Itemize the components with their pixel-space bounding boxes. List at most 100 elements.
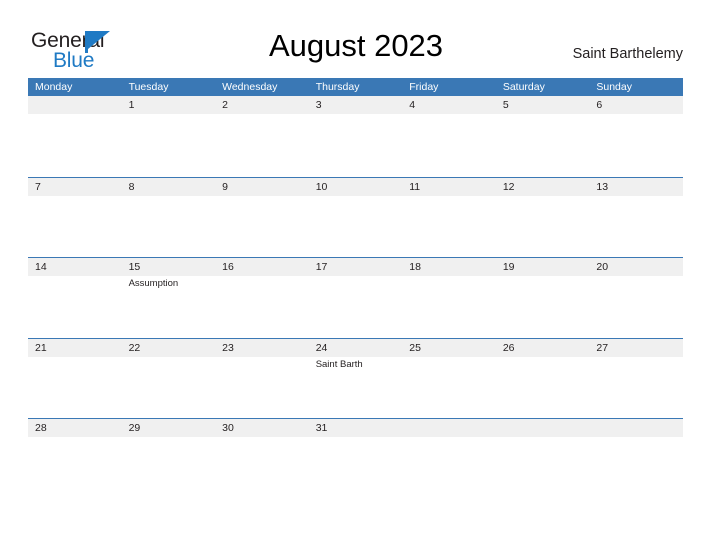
calendar-day-cell[interactable]: 19: [496, 258, 590, 338]
calendar-week-row: 7 8 9 10 11 12 13: [28, 176, 683, 258]
day-events: [222, 276, 309, 277]
calendar-day-cell[interactable]: 29: [122, 419, 216, 499]
day-number: 3: [315, 99, 322, 111]
day-number: 29: [128, 422, 141, 434]
day-number: 14: [35, 261, 47, 273]
calendar-day-cell[interactable]: 20: [589, 258, 683, 338]
day-number: 5: [502, 99, 509, 111]
calendar-day-cell[interactable]: 6: [589, 96, 683, 177]
day-number: 10: [315, 180, 328, 193]
calendar-day-cell[interactable]: 14: [28, 258, 122, 338]
calendar-day-cell[interactable]: 10: [309, 178, 403, 258]
day-events: [129, 357, 216, 358]
calendar-event[interactable]: Saint Barth: [316, 358, 403, 371]
calendar-day-cell[interactable]: 9: [215, 178, 309, 258]
day-events: [222, 357, 309, 358]
calendar-day-cell[interactable]: [28, 96, 122, 177]
day-number: 26: [502, 341, 515, 354]
day-number: 13: [596, 180, 609, 193]
calendar-day-cell[interactable]: 16: [215, 258, 309, 338]
day-number: 31: [315, 422, 328, 434]
day-events: [222, 196, 309, 197]
calendar-day-cell[interactable]: 23: [215, 339, 309, 419]
day-events: [35, 357, 122, 358]
calendar-day-cell[interactable]: 28: [28, 419, 122, 499]
calendar-page: General Blue August 2023 Saint Barthelem…: [0, 0, 712, 550]
calendar-day-cell[interactable]: [402, 419, 496, 499]
week-cells: 28 29 30 31: [28, 419, 683, 499]
day-events: [596, 196, 683, 197]
day-events: [503, 437, 590, 438]
calendar-day-cell[interactable]: 25: [402, 339, 496, 419]
day-events: [129, 196, 216, 197]
page-header: General Blue August 2023 Saint Barthelem…: [0, 0, 712, 78]
day-number: 21: [35, 341, 47, 354]
day-number: 22: [128, 341, 141, 354]
calendar-day-cell[interactable]: 26: [496, 339, 590, 419]
weekday-header-row: Monday Tuesday Wednesday Thursday Friday…: [28, 78, 683, 96]
weekday-header-tuesday: Tuesday: [128, 81, 169, 93]
weekday-header-sunday: Sunday: [596, 81, 632, 93]
calendar-day-cell[interactable]: 30: [215, 419, 309, 499]
day-number: [503, 419, 590, 437]
calendar-day-cell[interactable]: [589, 419, 683, 499]
day-number: [409, 419, 496, 437]
day-number: 15: [128, 261, 141, 273]
day-number: 1: [128, 99, 135, 111]
calendar-day-cell[interactable]: 17: [309, 258, 403, 338]
day-events: [222, 114, 309, 115]
calendar-day-cell[interactable]: 2: [215, 96, 309, 177]
calendar-day-cell[interactable]: 31: [309, 419, 403, 499]
day-events: [596, 357, 683, 358]
weekday-header-monday: Monday: [35, 81, 73, 93]
day-number: 25: [409, 341, 421, 354]
day-number: 19: [502, 261, 515, 273]
day-number: 27: [596, 341, 609, 354]
day-number: 8: [128, 180, 135, 193]
calendar-day-cell[interactable]: 11: [402, 178, 496, 258]
calendar-day-cell[interactable]: 7: [28, 178, 122, 258]
calendar-day-cell[interactable]: 5: [496, 96, 590, 177]
calendar-day-cell[interactable]: 22: [122, 339, 216, 419]
day-number: 16: [222, 261, 234, 273]
day-events: [503, 357, 590, 358]
day-number: 23: [222, 341, 234, 354]
calendar-day-cell[interactable]: 4: [402, 96, 496, 177]
calendar-day-cell[interactable]: 21: [28, 339, 122, 419]
day-events: [35, 276, 122, 277]
calendar-week-row: 21 22 23 24 Saint Barth 25 26 27: [28, 337, 683, 419]
day-events: [409, 114, 496, 115]
calendar-day-cell[interactable]: 27: [589, 339, 683, 419]
calendar-day-cell[interactable]: 18: [402, 258, 496, 338]
day-events: [129, 114, 216, 115]
calendar-weeks: 1 2 3 4 5 6 7 8 9 10 11 12 13 14 15 Assumption 16 17 18 19 2…: [28, 96, 683, 499]
day-number: 24: [315, 341, 328, 354]
calendar-day-cell[interactable]: 15 Assumption: [122, 258, 216, 338]
day-events: [409, 276, 496, 277]
calendar-day-cell[interactable]: 13: [589, 178, 683, 258]
calendar-day-cell[interactable]: 3: [309, 96, 403, 177]
calendar-day-cell[interactable]: 12: [496, 178, 590, 258]
weekday-header-friday: Friday: [409, 81, 439, 93]
week-cells: 1 2 3 4 5 6: [28, 96, 683, 177]
day-number: 7: [35, 180, 41, 193]
day-events: [596, 114, 683, 115]
day-number: 12: [502, 180, 515, 193]
calendar-day-cell[interactable]: 8: [122, 178, 216, 258]
region-label: Saint Barthelemy: [572, 46, 683, 62]
calendar-day-cell[interactable]: 24 Saint Barth: [309, 339, 403, 419]
day-number: [35, 96, 122, 114]
day-number: 2: [222, 99, 228, 111]
day-events: [316, 196, 403, 197]
calendar-event[interactable]: Assumption: [129, 277, 216, 290]
day-number: 17: [315, 261, 328, 273]
day-number: 28: [35, 422, 47, 434]
day-number: 4: [409, 99, 416, 111]
day-events: [222, 437, 309, 438]
calendar-day-cell[interactable]: 1: [122, 96, 216, 177]
day-events: [316, 114, 403, 115]
calendar-day-cell[interactable]: [496, 419, 590, 499]
week-cells: 14 15 Assumption 16 17 18 19 20: [28, 258, 683, 338]
day-events: [35, 437, 122, 438]
weekday-header-wednesday: Wednesday: [222, 81, 278, 93]
